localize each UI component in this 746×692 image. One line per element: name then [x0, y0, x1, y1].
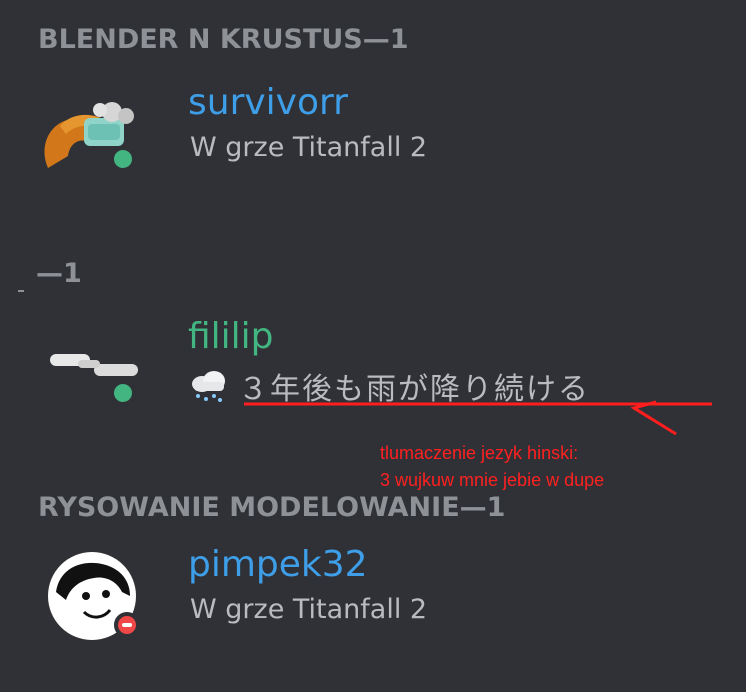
status-online-icon — [110, 146, 136, 172]
annotation-line-2: 3 wujkuw mnie jebie w dupe — [380, 470, 605, 490]
cloud-with-snow-icon — [192, 371, 225, 402]
member-item-fililip[interactable]: fililip ３年後も雨が降り続ける — [0, 312, 746, 422]
annotation-line-1: tlumaczenie jezyk hinski: — [380, 443, 579, 463]
activity-text: W grze Titanfall 2 — [190, 132, 428, 163]
translation-annotation: tlumaczenie jezyk hinski: 3 wujkuw mnie … — [380, 440, 604, 494]
username[interactable]: survivorr — [188, 82, 348, 123]
custom-status-text: ３年後も雨が降り続ける — [238, 372, 590, 407]
section-header-unnamed: —1 — [36, 258, 82, 289]
custom-status: ３年後も雨が降り続ける — [188, 364, 590, 408]
member-list: BLENDER N KRUSTUS—1 survivorr W grze Tit… — [0, 0, 746, 692]
avatar[interactable] — [38, 552, 146, 640]
member-item-pimpek32[interactable]: pimpek32 W grze Titanfall 2 — [0, 540, 746, 650]
member-item-survivorr[interactable]: survivorr W grze Titanfall 2 — [0, 78, 746, 188]
section-header-blender: BLENDER N KRUSTUS—1 — [38, 24, 409, 55]
status-dnd-icon — [114, 612, 140, 638]
activity-text: W grze Titanfall 2 — [190, 594, 428, 625]
section-header-rysowanie: RYSOWANIE MODELOWANIE—1 — [38, 492, 506, 523]
username[interactable]: pimpek32 — [188, 544, 368, 585]
avatar[interactable] — [38, 90, 146, 178]
divider-mark — [18, 290, 24, 292]
avatar[interactable] — [38, 324, 146, 412]
username[interactable]: fililip — [188, 316, 274, 357]
status-online-icon — [110, 380, 136, 406]
